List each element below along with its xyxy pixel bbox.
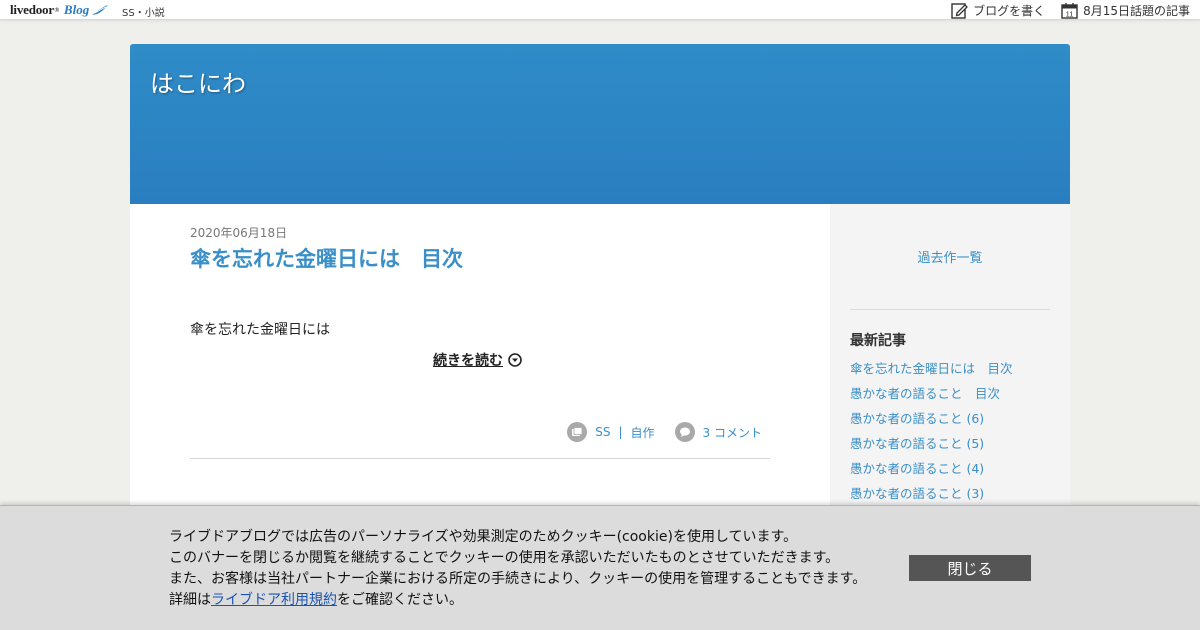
recent-article-link[interactable]: 愚かな者の語ること 目次 [850, 386, 1000, 401]
blog-header: はこにわ [130, 44, 1070, 204]
cookie-line-4: 詳細はライブドア利用規約をご確認ください。 [169, 590, 866, 611]
blog-title[interactable]: はこにわ [150, 64, 246, 99]
write-blog-label: ブログを書く [973, 3, 1046, 18]
terms-link[interactable]: ライブドア利用規約 [211, 592, 337, 608]
recent-article-link[interactable]: 愚かな者の語ること (3) [850, 486, 984, 501]
list-item: 愚かな者の語ること (5) [850, 433, 1013, 458]
article-body: 傘を忘れた金曜日には [190, 322, 330, 338]
category-own-link[interactable]: 自作 [631, 424, 655, 441]
article-meta: SS | 自作 3 コメント [567, 422, 762, 442]
article: 2020年06月18日 傘を忘れた金曜日には 目次 傘を忘れた金曜日には 続きを… [190, 224, 770, 459]
past-works-link[interactable]: 過去作一覧 [830, 247, 1070, 266]
article-divider [190, 458, 770, 459]
top-bar: livedoor ® Blog SS・小説 ブログを書く 11 8月15日話題の記… [0, 0, 1200, 20]
recent-article-link[interactable]: 愚かな者の語ること (5) [850, 436, 984, 451]
list-item: 愚かな者の語ること 目次 [850, 383, 1013, 408]
circle-chevron-down-icon [508, 353, 522, 367]
cookie-close-button[interactable]: 閉じる [909, 555, 1031, 581]
cookie-banner: ライブドアブログでは広告のパーソナライズや効果測定のためクッキー(cookie)… [0, 505, 1200, 630]
topics-link[interactable]: 11 8月15日話題の記事 [1061, 2, 1190, 19]
cookie-line-1: ライブドアブログでは広告のパーソナライズや効果測定のためクッキー(cookie)… [169, 529, 798, 545]
category-link[interactable]: SS・小説 [122, 4, 165, 19]
pencil-note-icon [951, 2, 968, 19]
recent-articles-heading: 最新記事 [850, 333, 906, 349]
bird-icon [92, 5, 109, 15]
article-date: 2020年06月18日 [190, 226, 288, 240]
category-separator: | [618, 425, 623, 439]
folder-icon [567, 422, 588, 442]
topics-label: 8月15日話題の記事 [1083, 3, 1190, 18]
cookie-details-suffix: をご確認ください。 [337, 592, 463, 608]
recent-article-link[interactable]: 愚かな者の語ること (6) [850, 411, 984, 426]
recent-article-link[interactable]: 愚かな者の語ること (4) [850, 461, 984, 476]
comments-link[interactable]: 3 コメント [703, 424, 762, 441]
calendar-icon: 11 [1061, 2, 1078, 19]
cookie-line-2: このバナーを閉じるか閲覧を継続することでクッキーの使用を承認いただいたものとさせ… [169, 550, 840, 566]
logo-blog-text: Blog [63, 2, 90, 17]
category-ss-link[interactable]: SS [595, 425, 610, 439]
read-more-label: 続きを読む [433, 353, 503, 369]
article-title[interactable]: 傘を忘れた金曜日には 目次 [190, 243, 770, 273]
list-item: 愚かな者の語ること (4) [850, 458, 1013, 483]
logo-livedoor-text: livedoor [10, 2, 54, 17]
calendar-day: 11 [1066, 9, 1074, 18]
recent-articles-list: 傘を忘れた金曜日には 目次 愚かな者の語ること 目次 愚かな者の語ること (6)… [850, 358, 1013, 508]
cookie-line-3: また、お客様は当社パートナー企業における所定の手続きにより、クッキーの使用を管理… [169, 571, 867, 587]
livedoor-blog-logo[interactable]: livedoor ® Blog [10, 2, 109, 18]
recent-article-link[interactable]: 傘を忘れた金曜日には 目次 [850, 361, 1013, 376]
list-item: 傘を忘れた金曜日には 目次 [850, 358, 1013, 383]
comment-icon [674, 422, 695, 442]
cookie-text: ライブドアブログでは広告のパーソナライズや効果測定のためクッキー(cookie)… [169, 527, 866, 611]
read-more-link[interactable]: 続きを読む [433, 350, 522, 370]
write-blog-link[interactable]: ブログを書く [951, 2, 1045, 19]
list-item: 愚かな者の語ること (6) [850, 408, 1013, 433]
cookie-details-prefix: 詳細は [169, 592, 211, 608]
top-right-links: ブログを書く 11 8月15日話題の記事 [935, 1, 1190, 19]
sidebar-divider [850, 309, 1050, 310]
